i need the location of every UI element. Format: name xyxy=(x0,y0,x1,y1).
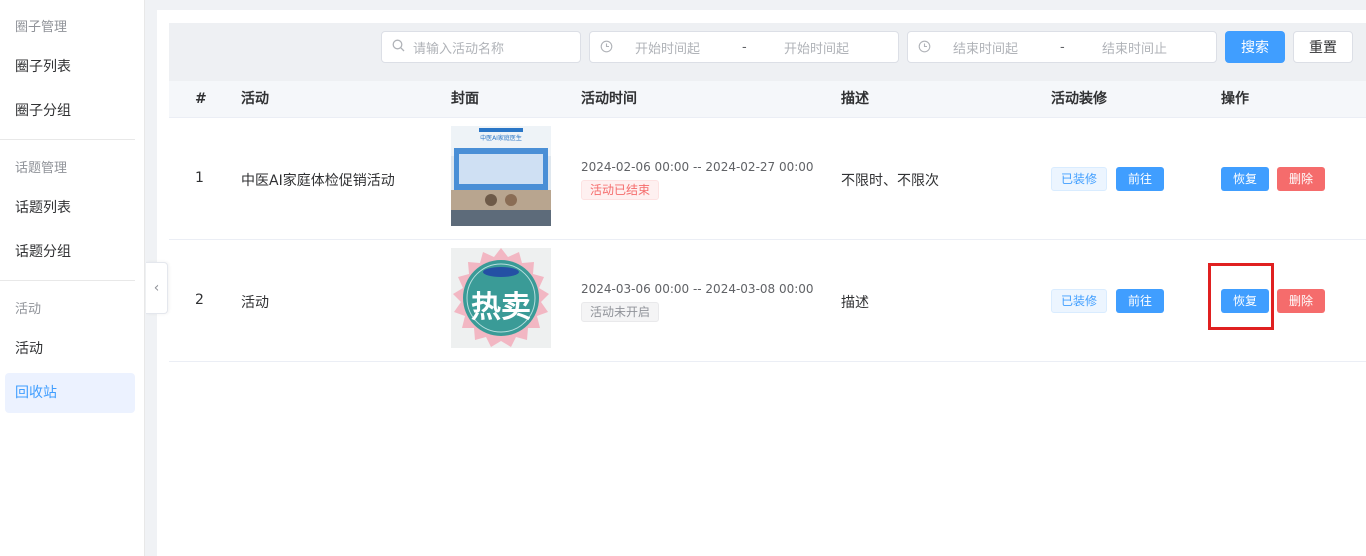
goto-button[interactable]: 前往 xyxy=(1116,167,1164,191)
reset-button[interactable]: 重置 xyxy=(1293,31,1353,63)
table-row: 1 中医AI家庭体检促销活动 中医AI家庭医生 2024-02-06 00:00… xyxy=(169,118,1366,240)
cover-image: 中医AI家庭医生 xyxy=(451,126,551,226)
clock-icon xyxy=(918,40,931,56)
table-row: 2 活动 热卖 2024-03-06 00:00 -- 2024-03-08 0… xyxy=(169,240,1366,362)
decorated-badge: 已装修 xyxy=(1051,167,1108,191)
header-time: 活动时间 xyxy=(581,91,637,107)
table-header: # 活动 封面 活动时间 描述 活动装修 操作 xyxy=(169,81,1366,118)
row-index: 1 xyxy=(195,170,204,186)
activity-desc: 不限时、不限次 xyxy=(841,173,939,189)
sidebar-item-activity[interactable]: 活动 xyxy=(5,329,135,369)
cover-caption: 中医AI家庭医生 xyxy=(480,135,522,142)
search-icon xyxy=(392,39,405,55)
status-badge: 活动已结束 xyxy=(581,180,660,200)
start-time-from[interactable]: 开始时间起 xyxy=(635,38,700,57)
sidebar-item-topic-list[interactable]: 话题列表 xyxy=(5,188,135,228)
sidebar-divider xyxy=(0,280,135,281)
end-time-to[interactable]: 结束时间止 xyxy=(1102,38,1167,57)
delete-button[interactable]: 删除 xyxy=(1277,289,1325,313)
header-decor: 活动装修 xyxy=(1051,91,1107,107)
start-time-range[interactable]: 开始时间起 - 开始时间起 xyxy=(589,31,899,63)
activity-time: 2024-02-06 00:00 -- 2024-02-27 00:00 xyxy=(581,160,814,174)
search-bar: 请输入活动名称 开始时间起 - 开始时间起 结束时间起 - 结束时间止 搜索 重… xyxy=(169,23,1366,81)
activity-name: 中医AI家庭体检促销活动 xyxy=(241,173,395,189)
range-separator: - xyxy=(1060,39,1065,55)
header-cover: 封面 xyxy=(451,91,479,107)
sidebar-item-circle-group[interactable]: 圈子分组 xyxy=(5,91,135,131)
end-time-range[interactable]: 结束时间起 - 结束时间止 xyxy=(907,31,1217,63)
sidebar-divider xyxy=(0,139,135,140)
clock-icon xyxy=(600,40,613,56)
activity-name-input[interactable]: 请输入活动名称 xyxy=(381,31,581,63)
chevron-left-icon: ‹ xyxy=(153,280,160,296)
decorated-badge: 已装修 xyxy=(1051,289,1108,313)
activity-desc: 描述 xyxy=(841,295,869,311)
goto-button[interactable]: 前往 xyxy=(1116,289,1164,313)
search-button[interactable]: 搜索 xyxy=(1225,31,1285,63)
start-time-to[interactable]: 开始时间起 xyxy=(784,38,849,57)
sidebar-group-activity: 活动 xyxy=(15,302,42,317)
header-ops: 操作 xyxy=(1221,91,1249,107)
row-index: 2 xyxy=(195,292,204,308)
sidebar-item-topic-group[interactable]: 话题分组 xyxy=(5,232,135,272)
activity-name-placeholder: 请输入活动名称 xyxy=(413,41,505,57)
sidebar: 圈子管理 圈子列表 圈子分组 话题管理 话题列表 话题分组 活动 活动 回收站 xyxy=(0,0,145,556)
cover-image: 热卖 xyxy=(451,248,551,348)
activity-name: 活动 xyxy=(241,295,269,311)
end-time-from[interactable]: 结束时间起 xyxy=(953,38,1018,57)
delete-button[interactable]: 删除 xyxy=(1277,167,1325,191)
cover-caption: 热卖 xyxy=(471,290,531,325)
header-activity: 活动 xyxy=(241,91,269,107)
sidebar-group-topic: 话题管理 xyxy=(15,161,68,176)
status-badge: 活动未开启 xyxy=(581,302,660,322)
highlight-box xyxy=(1208,263,1274,330)
activity-time: 2024-03-06 00:00 -- 2024-03-08 00:00 xyxy=(581,282,814,296)
sidebar-item-circle-list[interactable]: 圈子列表 xyxy=(5,47,135,87)
sidebar-group-circle: 圈子管理 xyxy=(15,20,68,35)
sidebar-collapse-button[interactable]: ‹ xyxy=(146,262,168,314)
sidebar-item-recycle[interactable]: 回收站 xyxy=(5,373,135,413)
header-desc: 描述 xyxy=(841,91,869,107)
main-panel: 请输入活动名称 开始时间起 - 开始时间起 结束时间起 - 结束时间止 搜索 重… xyxy=(157,10,1366,556)
header-index: # xyxy=(195,91,207,107)
restore-button[interactable]: 恢复 xyxy=(1221,167,1269,191)
range-separator: - xyxy=(742,39,747,55)
